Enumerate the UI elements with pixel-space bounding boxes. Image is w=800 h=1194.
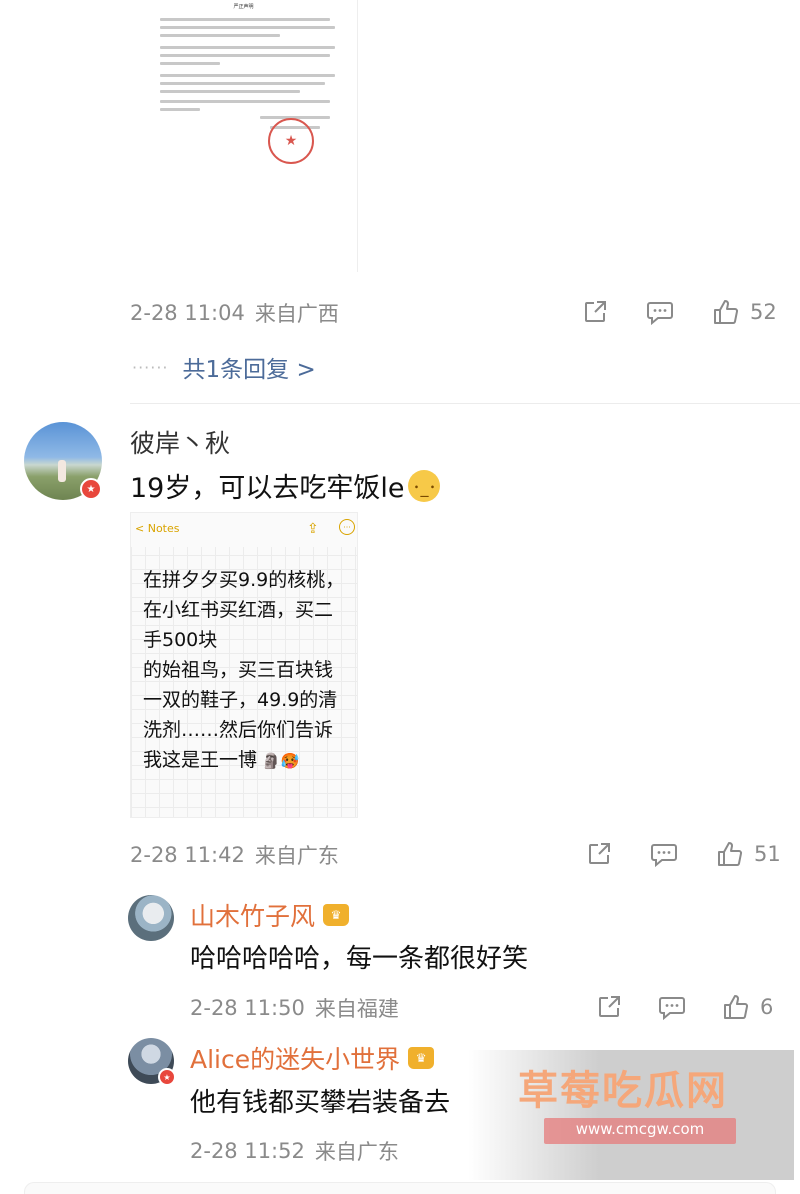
- notes-toolbar: < Notes ⇪ ···: [131, 513, 357, 547]
- site-watermark: 草莓吃瓜网 www.cmcgw.com: [468, 1050, 794, 1180]
- comment-icon[interactable]: [650, 841, 678, 867]
- comment-text: 19岁，可以去吃牢饭le ･_･: [130, 466, 441, 505]
- comment-location: 来自广西: [254, 302, 339, 326]
- like-icon[interactable]: [722, 993, 750, 1021]
- reply-timestamp: 2-28 11:52: [190, 1139, 305, 1163]
- like-icon[interactable]: [716, 840, 744, 868]
- comment-username[interactable]: 彼岸丶秋: [130, 424, 230, 460]
- share-icon[interactable]: [582, 299, 608, 325]
- verified-badge-icon: ★: [158, 1068, 176, 1086]
- notes-line: 一双的鞋子，49.9的清: [143, 689, 338, 711]
- notes-line: 在拼夕夕买9.9的核桃，: [143, 569, 345, 591]
- verified-badge-icon: ★: [80, 478, 102, 500]
- comment-location: 来自广东: [254, 844, 339, 868]
- notes-back-label: < Notes: [135, 522, 180, 535]
- comment-timestamp: 2-28 11:04: [130, 301, 245, 325]
- seal-stamp-icon: ★: [268, 118, 314, 164]
- bottom-input-bar[interactable]: [24, 1182, 776, 1194]
- reply-actions: 6: [596, 993, 773, 1021]
- crown-badge-icon: ♛: [408, 1047, 435, 1069]
- notes-line: 的始祖鸟，买三百块钱: [143, 659, 334, 681]
- reply-avatar[interactable]: [128, 895, 174, 941]
- reply-text: 哈哈哈哈哈，每一条都很好笑: [190, 944, 529, 974]
- reply-meta: 2-28 11:52 来自广东: [190, 1136, 399, 1166]
- share-icon[interactable]: [586, 841, 612, 867]
- reply-text: 他有钱都买攀岩装备去: [190, 1088, 451, 1118]
- watermark-url: www.cmcgw.com: [575, 1120, 705, 1138]
- comment-actions: 51: [586, 840, 781, 868]
- crown-badge-icon: ♛: [323, 904, 350, 926]
- comment-actions: 52: [582, 298, 777, 326]
- divider: [130, 403, 800, 404]
- comment-image-notes[interactable]: < Notes ⇪ ··· 在拼夕夕买9.9的核桃， 在小红书买红酒，买二 手5…: [130, 512, 358, 818]
- notes-line: 在小红书买红酒，买二: [143, 599, 334, 621]
- reply-location: 来自福建: [314, 997, 399, 1021]
- notes-text: 在拼夕夕买9.9的核桃， 在小红书买红酒，买二 手500块 的始祖鸟，买三百块钱…: [143, 565, 351, 776]
- notes-share-icon: ⇪: [307, 521, 319, 537]
- notes-line: 洗剂……然后你们告诉: [143, 719, 334, 741]
- like-count: 52: [750, 300, 777, 324]
- reply-username[interactable]: Alice的迷失小世界 ♛: [190, 1040, 435, 1076]
- view-replies-label: 共1条回复 >: [182, 357, 316, 383]
- view-replies-link[interactable]: ······ 共1条回复 >: [132, 350, 316, 384]
- comment-meta: 2-28 11:42 来自广东: [130, 840, 339, 870]
- notes-more-icon: ···: [339, 519, 355, 535]
- smirk-emoji-icon: ･_･: [408, 469, 441, 502]
- comment-meta: 2-28 11:04 来自广西: [130, 298, 339, 328]
- comment-timestamp: 2-28 11:42: [130, 843, 245, 867]
- notes-line: 我这是王一博 🗿🥵: [143, 749, 300, 771]
- watermark-title: 草莓吃瓜网: [518, 1068, 728, 1114]
- comment-icon[interactable]: [646, 299, 674, 325]
- like-count: 51: [754, 842, 781, 866]
- comment-image-document[interactable]: 严正声明 ★: [130, 0, 358, 272]
- document-title: 严正声明: [233, 4, 254, 10]
- reply-meta: 2-28 11:50 来自福建: [190, 993, 399, 1023]
- reply-username[interactable]: 山木竹子风 ♛: [190, 897, 350, 933]
- comment-icon[interactable]: [658, 994, 686, 1020]
- share-icon[interactable]: [596, 994, 622, 1020]
- reply-timestamp: 2-28 11:50: [190, 996, 305, 1020]
- notes-line: 手500块: [143, 629, 218, 651]
- like-icon[interactable]: [712, 298, 740, 326]
- like-count: 6: [760, 995, 774, 1019]
- reply-location: 来自广东: [314, 1140, 399, 1164]
